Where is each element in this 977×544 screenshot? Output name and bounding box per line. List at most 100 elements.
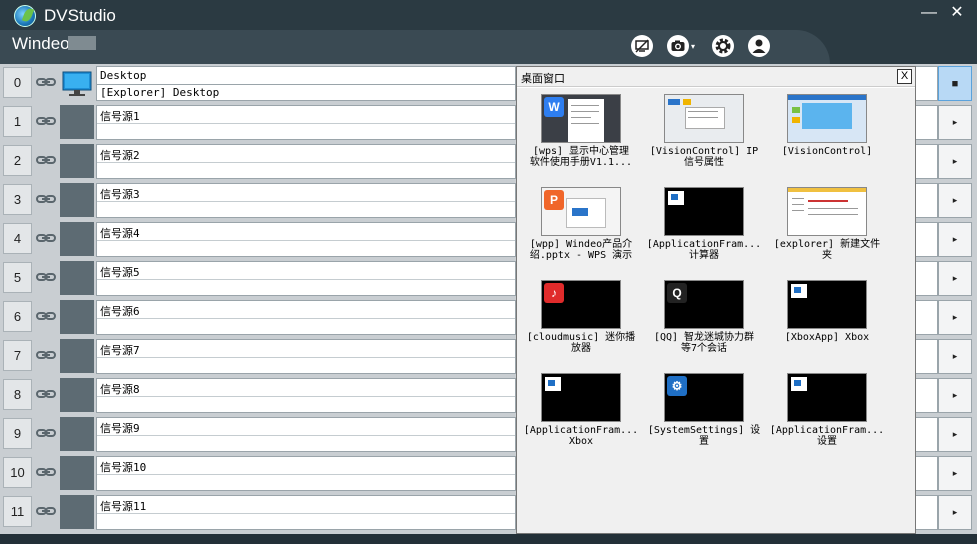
- source-number[interactable]: 11: [3, 496, 32, 527]
- play-button[interactable]: ▸: [938, 261, 972, 296]
- link-icon[interactable]: [36, 153, 56, 167]
- source-detail: [97, 318, 515, 334]
- link-icon[interactable]: [36, 270, 56, 284]
- header-panel: [0, 30, 830, 64]
- window-label: [VisionControl] IP 信号属性: [649, 146, 759, 168]
- source-number[interactable]: 8: [3, 379, 32, 410]
- source-number[interactable]: 4: [3, 223, 32, 254]
- source-name: 信号源11: [100, 500, 147, 513]
- link-icon[interactable]: [36, 504, 56, 518]
- window-preview: [787, 187, 867, 236]
- window-label: [wpp] Windeo产品介 绍.pptx - WPS 演示: [529, 239, 633, 261]
- popup-close-button[interactable]: X: [897, 69, 912, 84]
- source-name: 信号源7: [100, 344, 140, 357]
- window-label: [QQ] 智龙迷城协力群 等7个会话: [653, 332, 755, 354]
- window-tile[interactable]: [ApplicationFram... Xbox: [521, 373, 641, 463]
- source-detail: [97, 162, 515, 178]
- source-name-box[interactable]: 信号源9: [96, 417, 516, 452]
- window-tile[interactable]: W [wps] 显示中心管理 软件使用手册V1.1...: [521, 94, 641, 184]
- link-icon[interactable]: [36, 387, 56, 401]
- brand-name: Windeo: [12, 34, 70, 53]
- window-tile[interactable]: [explorer] 新建文件夹: [767, 187, 887, 277]
- source-name: 信号源9: [100, 422, 140, 435]
- window-tile[interactable]: [XboxApp] Xbox: [767, 280, 887, 370]
- play-button[interactable]: ▸: [938, 417, 972, 452]
- source-name-box[interactable]: 信号源7: [96, 339, 516, 374]
- source-number[interactable]: 9: [3, 418, 32, 449]
- source-name-box[interactable]: 信号源4: [96, 222, 516, 257]
- source-number[interactable]: 2: [3, 145, 32, 176]
- row-field-end: [916, 495, 938, 530]
- source-number[interactable]: 0: [3, 67, 32, 98]
- source-name-box[interactable]: Desktop [Explorer] Desktop: [96, 66, 516, 101]
- source-name-box[interactable]: 信号源11: [96, 495, 516, 530]
- link-icon[interactable]: [36, 309, 56, 323]
- source-thumbnail: [60, 105, 94, 139]
- source-name-box[interactable]: 信号源2: [96, 144, 516, 179]
- window-preview: [787, 94, 867, 143]
- link-icon[interactable]: [36, 114, 56, 128]
- window-label: [VisionControl]: [781, 146, 873, 157]
- source-number[interactable]: 7: [3, 340, 32, 371]
- display-off-icon[interactable]: [631, 35, 653, 57]
- source-name-box[interactable]: 信号源3: [96, 183, 516, 218]
- source-number[interactable]: 10: [3, 457, 32, 488]
- play-button[interactable]: ▸: [938, 222, 972, 257]
- play-button[interactable]: ▸: [938, 378, 972, 413]
- window-tile[interactable]: [ApplicationFram... 计算器: [644, 187, 764, 277]
- play-button[interactable]: ▸: [938, 105, 972, 140]
- source-name-box[interactable]: 信号源10: [96, 456, 516, 491]
- source-name-box[interactable]: 信号源8: [96, 378, 516, 413]
- settings-icon[interactable]: [712, 35, 734, 57]
- window-tile[interactable]: [VisionControl] IP 信号属性: [644, 94, 764, 184]
- source-thumbnail: [60, 222, 94, 256]
- source-name: 信号源1: [100, 110, 140, 123]
- play-button[interactable]: ▸: [938, 456, 972, 491]
- minimize-button[interactable]: —: [918, 4, 940, 24]
- source-thumbnail: [60, 144, 94, 178]
- play-button[interactable]: ▸: [938, 144, 972, 179]
- app-icon: ⚙: [667, 376, 687, 396]
- source-name-box[interactable]: 信号源5: [96, 261, 516, 296]
- source-name: 信号源6: [100, 305, 140, 318]
- window-tile[interactable]: Q [QQ] 智龙迷城协力群 等7个会话: [644, 280, 764, 370]
- link-icon[interactable]: [36, 465, 56, 479]
- camera-icon[interactable]: [667, 35, 689, 57]
- source-name-box[interactable]: 信号源6: [96, 300, 516, 335]
- window-preview: W: [541, 94, 621, 143]
- user-icon[interactable]: [748, 35, 770, 57]
- row-field-end: [916, 417, 938, 452]
- row-field-end: [916, 183, 938, 218]
- source-name: 信号源8: [100, 383, 140, 396]
- source-number[interactable]: 5: [3, 262, 32, 293]
- window-tile[interactable]: [VisionControl]: [767, 94, 887, 184]
- link-icon[interactable]: [36, 426, 56, 440]
- window-preview: [541, 373, 621, 422]
- window-tile[interactable]: ♪ [cloudmusic] 迷你播 放器: [521, 280, 641, 370]
- stop-button[interactable]: ■: [938, 66, 972, 101]
- window-tile[interactable]: [ApplicationFram... 设置: [767, 373, 887, 463]
- play-button[interactable]: ▸: [938, 495, 972, 530]
- camera-dropdown-icon[interactable]: ▾: [691, 42, 695, 51]
- window-tile[interactable]: ⚙ [SystemSettings] 设置: [644, 373, 764, 463]
- source-name: Desktop: [100, 69, 147, 82]
- source-number[interactable]: 1: [3, 106, 32, 137]
- source-number[interactable]: 6: [3, 301, 32, 332]
- row-field-end: [916, 222, 938, 257]
- link-icon[interactable]: [36, 231, 56, 245]
- close-button[interactable]: ✕: [946, 4, 968, 24]
- window-label: [SystemSettings] 设置: [647, 425, 761, 447]
- play-button[interactable]: ▸: [938, 300, 972, 335]
- source-name-box[interactable]: 信号源1: [96, 105, 516, 140]
- play-button[interactable]: ▸: [938, 183, 972, 218]
- row-field-end: [916, 144, 938, 179]
- source-number[interactable]: 3: [3, 184, 32, 215]
- link-icon[interactable]: [36, 348, 56, 362]
- link-icon[interactable]: [36, 75, 56, 89]
- source-name: 信号源5: [100, 266, 140, 279]
- brand-redaction: [68, 36, 96, 50]
- link-icon[interactable]: [36, 192, 56, 206]
- window-tile[interactable]: P [wpp] Windeo产品介 绍.pptx - WPS 演示: [521, 187, 641, 277]
- play-button[interactable]: ▸: [938, 339, 972, 374]
- window-label: [wps] 显示中心管理 软件使用手册V1.1...: [529, 146, 633, 168]
